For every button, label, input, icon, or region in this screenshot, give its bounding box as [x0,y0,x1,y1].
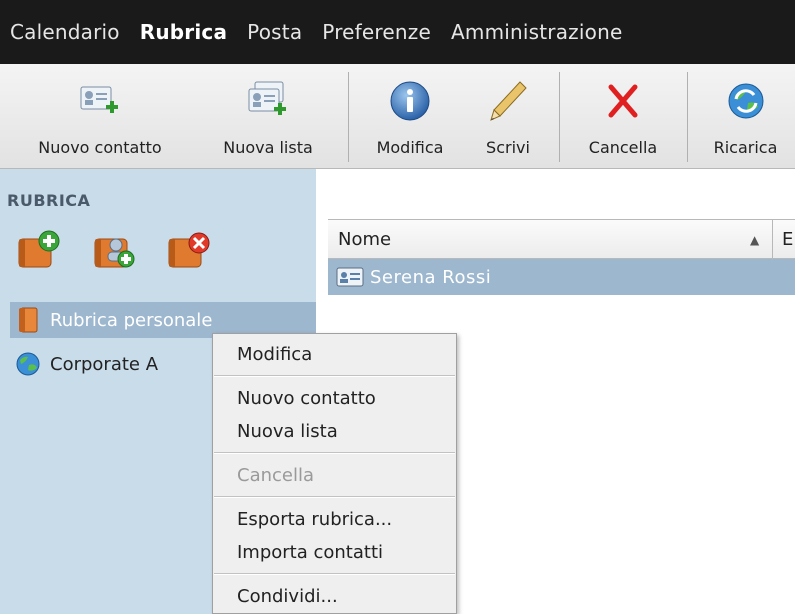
column-header-name[interactable]: Nome [338,229,391,250]
edit-label: Modifica [376,138,444,157]
toolbar-separator [348,72,349,162]
contact-card-add-icon [77,78,123,124]
write-button[interactable]: Scrivi [468,64,548,169]
menu-calendario[interactable]: Calendario [0,20,130,44]
context-menu-delete: Cancella [237,465,315,486]
new-list-button[interactable]: Nuova lista [203,64,333,169]
menu-separator [214,375,455,377]
top-menu-bar: Calendario Rubrica Posta Preferenze Ammi… [0,0,795,64]
sidebar-title: RUBRICA [7,191,91,210]
delete-addressbook-icon[interactable] [166,229,210,273]
edit-button[interactable]: Modifica [360,64,460,169]
toolbar-separator [687,72,688,162]
table-row[interactable]: Serena Rossi [328,259,795,295]
menu-amministrazione[interactable]: Amministrazione [441,20,632,44]
contact-list-add-icon [245,78,291,124]
column-separator[interactable] [772,220,773,260]
red-x-icon [600,78,646,124]
sidebar-item-corporate-addressbook[interactable]: Corporate A [10,346,158,382]
toolbar-separator [559,72,560,162]
contact-card-icon [336,267,364,287]
contact-grid: Nome ▲ E Serena Rossi [328,219,795,295]
new-contact-label: Nuovo contatto [38,138,162,157]
reload-label: Ricarica [713,138,778,157]
sidebar-item-label: Corporate A [50,353,159,375]
context-menu-new-contact[interactable]: Nuovo contatto [237,388,376,409]
menu-rubrica[interactable]: Rubrica [130,20,237,44]
toolbar: Nuovo contatto Nuova lista Modifica Scri… [0,64,795,169]
menu-posta[interactable]: Posta [237,20,312,44]
reload-globe-icon [723,78,769,124]
column-header-email[interactable]: E [782,229,793,250]
book-icon [14,306,42,334]
sort-ascending-icon: ▲ [750,233,760,247]
context-menu: Modifica Nuovo contatto Nuova lista Canc… [212,333,457,614]
context-menu-new-list[interactable]: Nuova lista [237,421,338,442]
menu-separator [214,496,455,498]
grid-header: Nome ▲ E [328,219,795,260]
new-list-label: Nuova lista [223,138,313,157]
context-menu-share[interactable]: Condividi... [237,586,338,607]
contact-name: Serena Rossi [370,266,492,288]
reload-button[interactable]: Ricarica [696,64,795,169]
add-addressbook-icon[interactable] [16,229,60,273]
globe-icon [14,350,42,378]
new-contact-button[interactable]: Nuovo contatto [0,64,200,169]
write-label: Scrivi [486,138,530,157]
menu-preferenze[interactable]: Preferenze [312,20,441,44]
sidebar-item-label: Rubrica personale [50,309,213,331]
menu-separator [214,452,455,454]
delete-button[interactable]: Cancella [568,64,678,169]
top-menu: Calendario Rubrica Posta Preferenze Ammi… [0,0,632,64]
pencil-icon [485,78,531,124]
context-menu-export[interactable]: Esporta rubrica... [237,509,392,530]
info-icon [387,78,433,124]
menu-separator [214,573,455,575]
context-menu-import[interactable]: Importa contatti [237,542,383,563]
context-menu-edit[interactable]: Modifica [237,344,312,365]
subscribe-addressbook-icon[interactable] [92,229,136,273]
delete-label: Cancella [588,138,658,157]
